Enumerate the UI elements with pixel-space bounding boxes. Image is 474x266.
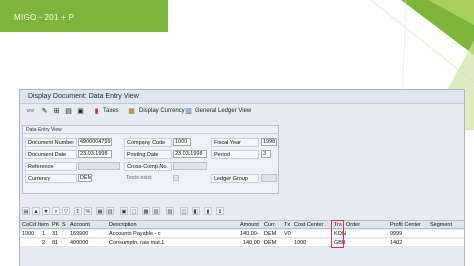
- cell-profit-center: 1402: [390, 240, 403, 246]
- sap-window: Display Document: Data Entry View 👓 ✎ ⊞ …: [19, 89, 465, 266]
- change-icon[interactable]: ✎: [40, 107, 49, 116]
- hierarchy-icon[interactable]: ⊞: [52, 107, 61, 116]
- col-profit-center[interactable]: Profit Center: [390, 221, 421, 229]
- cell-profit-center: 9999: [390, 231, 403, 237]
- col-description[interactable]: Description: [109, 221, 137, 229]
- currency-field[interactable]: DEM: [78, 174, 92, 182]
- company-code-label: Company Code: [124, 138, 172, 147]
- ledger-group-field[interactable]: [261, 174, 277, 182]
- graphic-icon[interactable]: ▨: [166, 207, 174, 215]
- cell-amount: 140,00-: [240, 231, 259, 237]
- glasses-icon[interactable]: 👓: [26, 107, 35, 116]
- reference-field[interactable]: [78, 162, 120, 170]
- document-date-label: Document Date: [25, 150, 77, 159]
- information-icon[interactable]: ℹ: [216, 207, 224, 215]
- cell-curr: DEM: [264, 231, 277, 237]
- print-icon[interactable]: ▦: [96, 207, 104, 215]
- cell-description: Consumptn, raw mat.1: [109, 240, 165, 246]
- layout-icon[interactable]: ▣: [120, 207, 128, 215]
- spreadsheet-icon[interactable]: ▩: [142, 207, 150, 215]
- col-cost-center[interactable]: Cost Center: [294, 221, 323, 229]
- col-pk[interactable]: PK: [52, 221, 59, 229]
- col-amount[interactable]: Amount: [240, 221, 259, 229]
- subtotal-icon[interactable]: %: [84, 207, 92, 215]
- choose-layout-icon[interactable]: ▢: [130, 207, 138, 215]
- cell-account[interactable]: 400000: [70, 239, 88, 247]
- toolbar: 👓 ✎ ⊞ ▤ ▣ ▮ Taxes ▦ Display Currency ▥ G…: [20, 105, 464, 118]
- table-row[interactable]: 1000 1 31 169900 Accounts Payable - c 14…: [20, 230, 464, 238]
- word-processing-icon[interactable]: ▧: [152, 207, 160, 215]
- cell-account[interactable]: 169900: [70, 230, 88, 238]
- col-segment[interactable]: Segment: [430, 221, 452, 229]
- company-code-field[interactable]: 1000: [173, 138, 191, 146]
- cell-cocd: 1000: [22, 231, 35, 237]
- col-s[interactable]: S: [62, 221, 66, 229]
- sort-ascending-icon[interactable]: ▲: [32, 207, 40, 215]
- currency-label: Currency: [25, 174, 77, 183]
- sum-icon[interactable]: Σ: [74, 207, 82, 215]
- col-cocd[interactable]: CoCd: [22, 221, 36, 229]
- cell-curr: DEM: [264, 240, 277, 246]
- window-title: Display Document: Data Entry View: [20, 90, 464, 104]
- taxes-button[interactable]: Taxes: [103, 107, 119, 116]
- period-field[interactable]: 3: [261, 150, 271, 158]
- ledger-icon[interactable]: ▥: [184, 107, 193, 116]
- html-icon[interactable]: ◧: [192, 207, 200, 215]
- display-currency-button[interactable]: Display Currency: [139, 107, 185, 116]
- posting-date-field[interactable]: 23.03.1998: [173, 150, 207, 158]
- cell-tx: V0: [284, 231, 291, 237]
- currency-icon[interactable]: ▦: [127, 107, 136, 116]
- cell-pk: 81: [52, 240, 59, 246]
- col-curr[interactable]: Curr.: [264, 221, 276, 229]
- col-order[interactable]: Order: [346, 221, 360, 229]
- filter-icon[interactable]: ▽: [62, 207, 70, 215]
- posting-date-label: Posting Date: [124, 150, 172, 159]
- cell-item: 1: [42, 231, 46, 237]
- cell-description: Accounts Payable - c: [109, 231, 161, 237]
- general-ledger-view-button[interactable]: General Ledger View: [195, 107, 251, 116]
- fiscal-year-label: Fiscal Year: [211, 138, 259, 147]
- cell-item: 2: [42, 240, 46, 246]
- grid-toolbar: ▤ ▲ ▼ ⌕ ▽ Σ % ▦ ▥ ▣ ▢ ▩ ▧ ▨ ◫ ◧ ▮ ℹ: [20, 206, 464, 216]
- cross-comp-field[interactable]: [173, 162, 207, 170]
- document-date-field[interactable]: 23.03.1998: [78, 150, 112, 158]
- document-icon[interactable]: ▤: [64, 107, 73, 116]
- find-icon[interactable]: ⌕: [52, 207, 60, 215]
- document-number-field[interactable]: 4900004799: [78, 138, 112, 146]
- table-row[interactable]: 2 81 400000 Consumptn, raw mat.1 140,00 …: [20, 239, 464, 247]
- cross-comp-label: Cross-Comp.No.: [124, 162, 172, 171]
- cell-amount: 140,00: [243, 240, 260, 246]
- sort-descending-icon[interactable]: ▼: [42, 207, 50, 215]
- data-entry-panel: Data Entry View Document Number 49000047…: [22, 125, 279, 194]
- col-tx[interactable]: Tx: [284, 221, 290, 229]
- taxes-icon[interactable]: ▮: [92, 107, 101, 116]
- fiscal-year-field[interactable]: 1998: [261, 138, 277, 146]
- texts-exist-label: Texts exist: [126, 175, 152, 181]
- grid-header: CoCd Item PK S Account Description Amoun…: [20, 220, 464, 229]
- cell-cost-center: 1000: [294, 240, 307, 246]
- slide-title: MIGO - 201 + P: [0, 0, 168, 32]
- reference-label: Reference: [25, 162, 77, 171]
- col-item[interactable]: Item: [38, 221, 49, 229]
- ledger-group-label: Ledger Group: [211, 174, 259, 183]
- abc-analysis-icon[interactable]: ◫: [180, 207, 188, 215]
- period-label: Period: [211, 150, 259, 159]
- trs-column-highlight: [331, 220, 344, 248]
- export-icon[interactable]: ▥: [106, 207, 114, 215]
- panel-title: Data Entry View: [23, 126, 278, 134]
- display-icon[interactable]: ▣: [76, 107, 85, 116]
- cell-pk: 31: [52, 231, 59, 237]
- chart-icon[interactable]: ▮: [204, 207, 212, 215]
- details-icon[interactable]: ▤: [22, 207, 30, 215]
- col-account[interactable]: Account: [70, 221, 90, 229]
- texts-exist-checkbox[interactable]: [173, 175, 179, 181]
- document-number-label: Document Number: [25, 138, 77, 147]
